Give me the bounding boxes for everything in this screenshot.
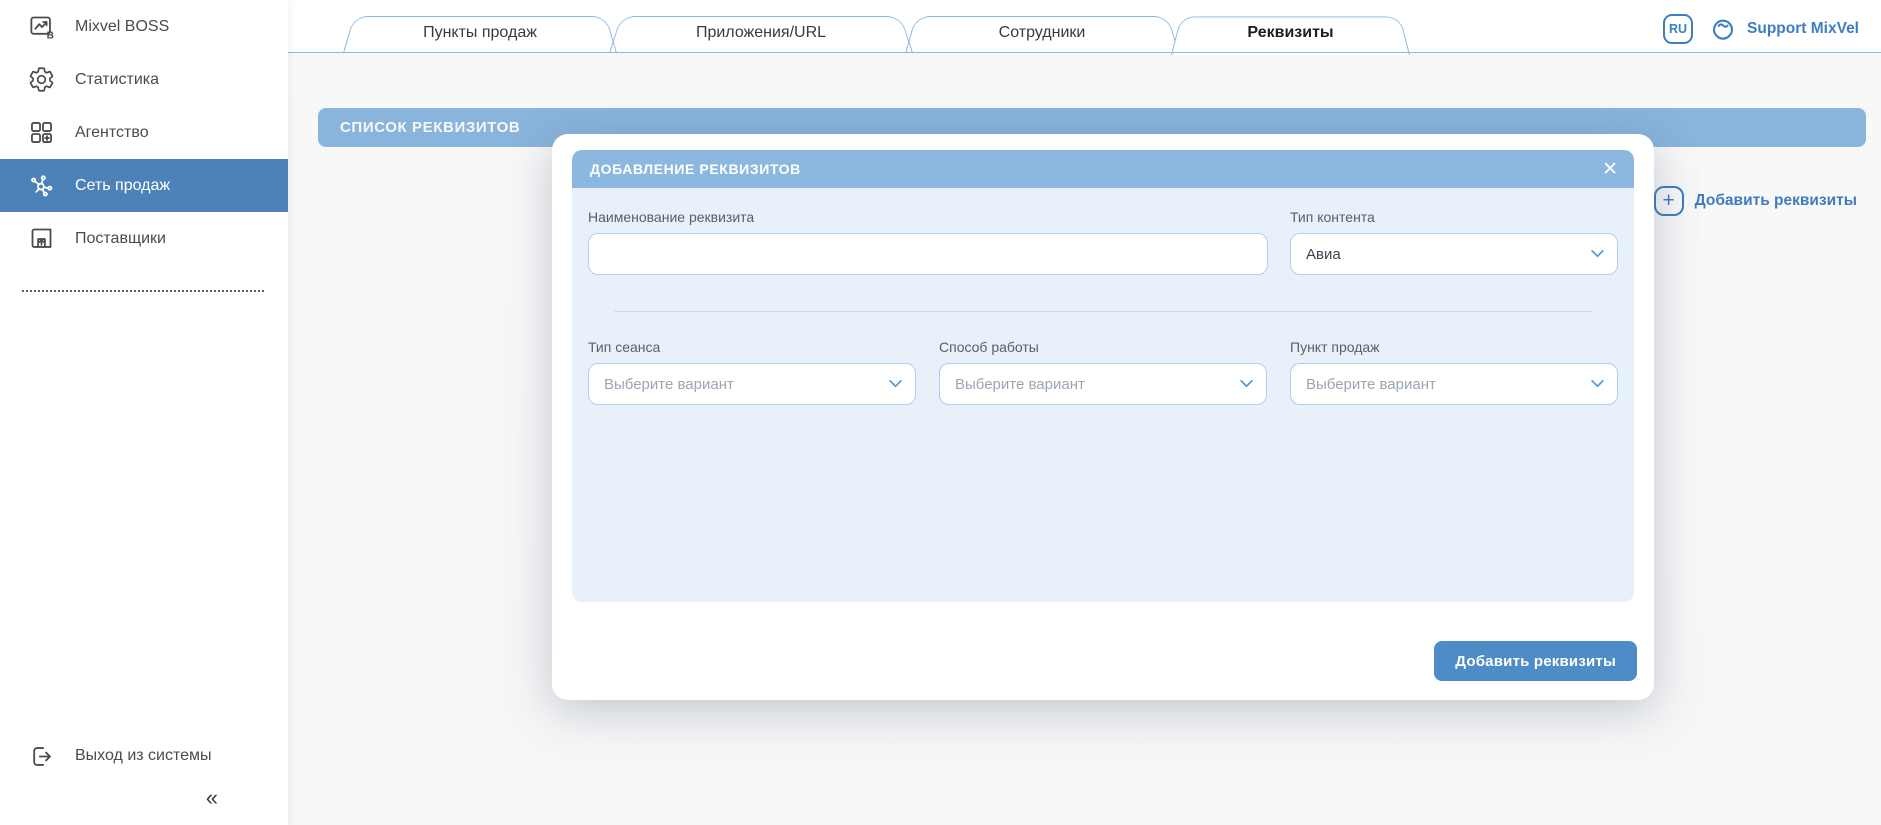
svg-text:B: B (46, 30, 53, 40)
support-link[interactable]: Support MixVel (1708, 14, 1859, 44)
header-actions: RU Support MixVel (1663, 14, 1859, 44)
sidebar-nav: B Mixvel BOSS Статистика (0, 0, 288, 265)
submit-add-requisites-button[interactable]: Добавить реквизиты (1434, 641, 1637, 681)
work-mode-select[interactable]: Выберите вариант (939, 363, 1267, 405)
sidebar-item-label: Mixvel BOSS (75, 18, 169, 36)
tab-label: Сотрудники (999, 24, 1086, 42)
chevron-down-icon (889, 380, 902, 388)
work-mode-placeholder: Выберите вариант (955, 376, 1085, 393)
tab-requisites[interactable]: Реквизиты (1183, 13, 1398, 53)
sidebar-item-sales-network[interactable]: Сеть продаж (0, 159, 288, 212)
chevron-down-icon (1240, 380, 1253, 388)
logout-button[interactable]: Выход из системы (26, 741, 212, 771)
support-face-icon (1708, 14, 1738, 44)
sidebar-item-statistics[interactable]: Статистика (0, 53, 288, 106)
session-type-label: Тип сеанса (588, 339, 916, 355)
content-type-select[interactable]: Авиа (1290, 233, 1618, 275)
sidebar: B Mixvel BOSS Статистика (0, 0, 288, 825)
sidebar-item-agency[interactable]: Агентство (0, 106, 288, 159)
chevrons-left-icon: « (206, 785, 218, 810)
add-requisites-modal: ДОБАВЛЕНИЕ РЕКВИЗИТОВ ✕ Наименование рек… (552, 134, 1654, 700)
logout-icon (26, 741, 56, 771)
statistics-gear-icon (26, 65, 56, 95)
modal-header: ДОБАВЛЕНИЕ РЕКВИЗИТОВ ✕ (572, 150, 1634, 188)
session-type-placeholder: Выберите вариант (604, 376, 734, 393)
work-mode-label: Способ работы (939, 339, 1267, 355)
sidebar-item-label: Агентство (75, 124, 149, 142)
modal-form-panel: ДОБАВЛЕНИЕ РЕКВИЗИТОВ ✕ Наименование рек… (572, 150, 1634, 602)
requisite-name-input[interactable] (588, 233, 1268, 275)
sales-point-select[interactable]: Выберите вариант (1290, 363, 1618, 405)
session-type-select[interactable]: Выберите вариант (588, 363, 916, 405)
agency-grid-icon (26, 118, 56, 148)
sidebar-collapse-button[interactable]: « (206, 785, 218, 811)
chevron-down-icon (1591, 250, 1604, 258)
sidebar-item-label: Поставщики (75, 230, 166, 248)
sales-point-placeholder: Выберите вариант (1306, 376, 1436, 393)
tab-sales-points[interactable]: Пункты продаж (355, 13, 605, 53)
sidebar-item-mixvel-boss[interactable]: B Mixvel BOSS (0, 0, 288, 53)
modal-form: Наименование реквизита Тип контента Авиа (572, 209, 1634, 405)
tabs: Пункты продаж Приложения/URL Сотрудники … (355, 13, 1398, 53)
content-type-value: Авиа (1306, 246, 1341, 263)
tab-applications-url[interactable]: Приложения/URL (621, 13, 901, 53)
mixvel-boss-icon: B (26, 12, 56, 42)
tabs-header: Пункты продаж Приложения/URL Сотрудники … (288, 0, 1881, 53)
sidebar-item-label: Сеть продаж (75, 177, 170, 195)
tab-employees[interactable]: Сотрудники (917, 13, 1167, 53)
name-field-label: Наименование реквизита (588, 209, 1268, 225)
chevron-down-icon (1591, 380, 1604, 388)
tab-label: Пункты продаж (423, 24, 537, 42)
sidebar-item-suppliers[interactable]: Поставщики (0, 212, 288, 265)
sales-network-icon (26, 171, 56, 201)
sales-point-label: Пункт продаж (1290, 339, 1618, 355)
form-divider (614, 311, 1592, 312)
tab-label: Реквизиты (1247, 24, 1333, 42)
sidebar-item-label: Статистика (75, 71, 159, 89)
logout-label: Выход из системы (75, 747, 212, 765)
sidebar-divider (22, 290, 264, 292)
content-type-label: Тип контента (1290, 209, 1618, 225)
main-content: Пункты продаж Приложения/URL Сотрудники … (288, 0, 1881, 825)
modal-title: ДОБАВЛЕНИЕ РЕКВИЗИТОВ (590, 161, 801, 177)
close-icon[interactable]: ✕ (1602, 160, 1618, 179)
suppliers-icon (26, 224, 56, 254)
language-switcher[interactable]: RU (1663, 14, 1693, 44)
tabs-underline (288, 52, 1881, 54)
support-label: Support MixVel (1747, 20, 1859, 38)
tab-label: Приложения/URL (696, 24, 826, 42)
